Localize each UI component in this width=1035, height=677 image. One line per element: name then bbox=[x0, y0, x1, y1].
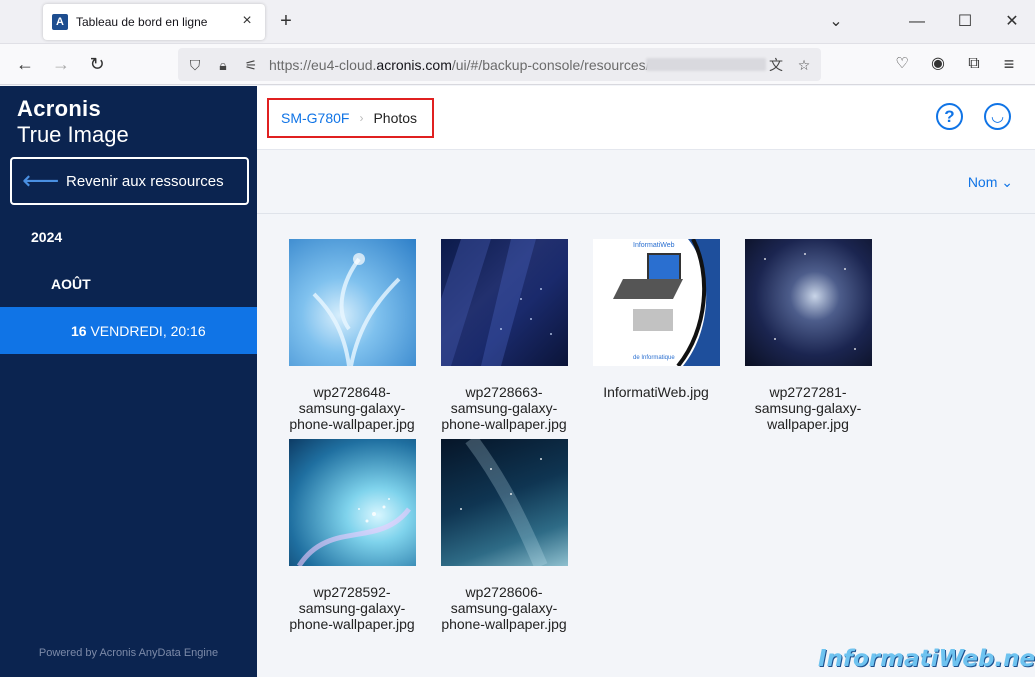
acronis-favicon-icon: A bbox=[52, 14, 68, 30]
file-item[interactable]: wp2728663- samsung-galaxy-phone-wallpaper… bbox=[434, 239, 574, 432]
permissions-icon[interactable]: ⚟ bbox=[241, 55, 261, 75]
file-toolbar: Nom ⌄ bbox=[257, 150, 1035, 214]
sidebar-item-backup-date[interactable]: 16 VENDREDI, 20:16 bbox=[0, 307, 257, 354]
minimize-icon[interactable]: — bbox=[902, 10, 932, 34]
brand-acronis: Acronis bbox=[17, 96, 102, 121]
reload-icon[interactable]: ↻ bbox=[85, 52, 109, 76]
tab-title: Tableau de bord en ligne bbox=[76, 15, 208, 29]
thumbnail-subtitle: de Informatique bbox=[633, 355, 675, 361]
back-to-resources-button[interactable]: ⟵ Revenir aux ressources bbox=[10, 157, 249, 205]
url-text[interactable]: https://eu4-cloud.acronis.com/ui/#/backu… bbox=[269, 57, 650, 73]
sidebar: Acronis True Image ⟵ Revenir aux ressour… bbox=[0, 86, 257, 677]
back-arrow-icon[interactable]: ← bbox=[13, 52, 37, 76]
file-item[interactable]: wp2728606- samsung-galaxy-phone-wallpaper… bbox=[434, 439, 574, 632]
help-icon[interactable]: ? bbox=[936, 103, 963, 130]
file-item[interactable]: wp2727281- samsung-galaxy-wallpaper.jpg bbox=[738, 239, 878, 432]
sidebar-item-year[interactable]: 2024 bbox=[31, 229, 62, 245]
url-bar[interactable]: ⛉ 🔒︎ ⚟ https://eu4-cloud.acronis.com/ui/… bbox=[178, 48, 821, 81]
pocket-icon[interactable]: ♡ bbox=[890, 52, 914, 76]
file-thumbnail[interactable] bbox=[744, 239, 872, 366]
url-redacted bbox=[646, 58, 766, 71]
watermark-logo: InformatiWeb.net bbox=[818, 646, 1035, 672]
file-name[interactable]: wp2728592- samsung-galaxy-phone-wallpaper… bbox=[282, 584, 422, 632]
file-grid: wp2728648- samsung-galaxy-phone-wallpaper… bbox=[257, 215, 1035, 677]
account-icon[interactable]: ◉ bbox=[926, 52, 950, 76]
breadcrumb-device-link[interactable]: SM-G780F bbox=[281, 110, 349, 126]
file-thumbnail[interactable] bbox=[288, 439, 416, 566]
forward-arrow-icon[interactable]: → bbox=[49, 52, 73, 76]
close-tab-icon[interactable]: × bbox=[239, 13, 255, 30]
file-name[interactable]: InformatiWeb.jpg bbox=[586, 384, 726, 400]
translate-icon[interactable]: 文 bbox=[766, 55, 786, 75]
lock-icon[interactable]: 🔒︎ bbox=[213, 55, 233, 75]
browser-tab[interactable]: A Tableau de bord en ligne × bbox=[43, 4, 265, 40]
file-thumbnail[interactable] bbox=[288, 239, 416, 366]
file-name[interactable]: wp2728648- samsung-galaxy-phone-wallpaper… bbox=[282, 384, 422, 432]
sidebar-item-month[interactable]: AOÛT bbox=[51, 276, 91, 292]
file-item[interactable]: wp2728592- samsung-galaxy-phone-wallpaper… bbox=[282, 439, 422, 632]
close-window-icon[interactable]: ✕ bbox=[997, 10, 1027, 34]
sort-dropdown[interactable]: Nom ⌄ bbox=[968, 174, 1013, 191]
menu-icon[interactable]: ≡ bbox=[997, 52, 1021, 76]
arrow-left-icon: ⟵ bbox=[22, 165, 60, 195]
sort-label: Nom bbox=[967, 174, 998, 190]
new-tab-icon[interactable]: + bbox=[276, 11, 296, 32]
chevron-down-icon: ⌄ bbox=[1001, 174, 1013, 190]
tab-list-chevron-icon[interactable]: ⌄ bbox=[821, 10, 851, 34]
backup-date-label: 16 VENDREDI, 20:16 bbox=[71, 323, 206, 339]
brand-true-image: True Image bbox=[17, 122, 129, 147]
breadcrumb: SM-G780F › Photos bbox=[267, 98, 434, 138]
thumbnail-title: InformatiWeb bbox=[633, 242, 675, 249]
file-thumbnail[interactable] bbox=[440, 239, 568, 366]
chevron-right-icon: › bbox=[359, 111, 364, 125]
maximize-icon[interactable]: ☐ bbox=[950, 10, 980, 34]
bookmark-star-icon[interactable]: ☆ bbox=[794, 55, 814, 75]
file-name[interactable]: wp2727281- samsung-galaxy-wallpaper.jpg bbox=[738, 384, 878, 432]
breadcrumb-current: Photos bbox=[373, 110, 418, 126]
file-name[interactable]: wp2728663- samsung-galaxy-phone-wallpaper… bbox=[434, 384, 574, 432]
browser-tab-bar: A Tableau de bord en ligne × + ⌄ — ☐ ✕ bbox=[0, 0, 1035, 44]
extensions-icon[interactable]: ⧉ bbox=[962, 52, 986, 76]
file-item[interactable]: InformatiWeb de Informatique InformatiWe… bbox=[586, 239, 726, 400]
user-account-icon[interactable]: ◡ bbox=[984, 103, 1011, 130]
file-name[interactable]: wp2728606- samsung-galaxy-phone-wallpaper… bbox=[434, 584, 574, 632]
powered-by-text: Powered by Acronis AnyData Engine bbox=[38, 647, 219, 659]
shield-icon[interactable]: ⛉ bbox=[185, 55, 205, 75]
file-item[interactable]: wp2728648- samsung-galaxy-phone-wallpaper… bbox=[282, 239, 422, 432]
back-to-resources-label: Revenir aux ressources bbox=[66, 172, 224, 190]
file-thumbnail[interactable] bbox=[440, 439, 568, 566]
header: SM-G780F › Photos ? ◡ bbox=[257, 86, 1035, 150]
file-thumbnail[interactable]: InformatiWeb de Informatique bbox=[592, 239, 720, 366]
browser-nav-bar: ← → ↻ ⛉ 🔒︎ ⚟ https://eu4-cloud.acronis.c… bbox=[0, 44, 1035, 85]
